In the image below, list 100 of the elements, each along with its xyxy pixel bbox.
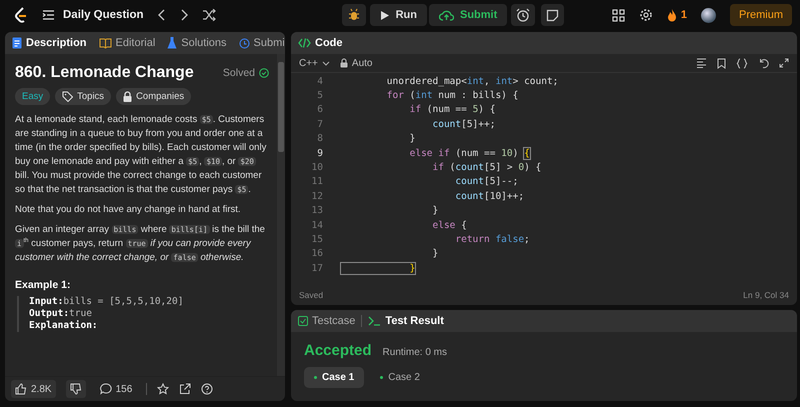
line-number: 15 [310,234,323,245]
document-icon [12,37,22,49]
check-circle-icon [259,68,269,78]
line-number: 8 [316,133,323,144]
like-button[interactable]: 2.8K [11,380,56,398]
line-number: 17 [310,262,323,274]
code-line: if (num == 5) { [408,104,496,116]
lock-icon [340,58,348,68]
tag-chip[interactable]: Topics [55,88,112,105]
example-line: Input:bills = [5,5,5,10,20] [29,296,184,308]
logo-icon[interactable] [14,7,28,23]
checkbox-icon [298,316,308,326]
case-tab[interactable]: Case 1 [304,367,364,388]
flame-icon [666,8,677,22]
solved-status: Solved [222,67,269,79]
settings-icon[interactable] [638,8,653,22]
code-line: return false; [454,234,530,245]
bug-icon [346,8,361,22]
panel-tab[interactable]: Testcase [298,315,356,327]
panel-tab[interactable]: Submi [238,37,285,49]
line-number: 9 [316,148,323,159]
code-line: count[10]++; [454,190,524,202]
tag-icon [62,91,74,102]
code-line: } [432,248,438,260]
case-tab[interactable]: Case 2 [370,367,430,388]
panel-tab[interactable]: Solutions [167,37,227,49]
code-line: else { [432,220,467,231]
list-icon [42,9,55,21]
code-icon [298,38,311,48]
code-line: count[5]++; [432,118,496,130]
code-line: count[5]--; [454,176,518,188]
comments-button[interactable]: 156 [96,380,136,398]
panel-title: Code [298,37,342,49]
autocomplete-mode[interactable]: Auto [340,58,372,68]
note-button[interactable] [541,4,564,26]
note-icon [546,8,560,22]
cursor-position: Ln 9, Col 34 [743,290,789,300]
code-line: else if (num == 10) { [408,148,530,159]
reset-icon[interactable] [758,58,769,68]
lock-icon [123,91,132,102]
help-icon[interactable] [201,383,214,395]
example-line: Output:true [29,308,93,320]
chevron-down-icon [322,60,330,66]
tag-chip[interactable]: Companies [116,88,192,105]
cloud-upload-icon [438,9,454,21]
line-number: 13 [310,205,323,216]
description-paragraph: Note that you do not have any change in hand at first. [15,203,242,217]
line-number: 10 [310,162,323,174]
expand-icon[interactable] [779,58,789,68]
line-number: 7 [316,118,323,130]
line-number: 6 [316,104,323,116]
braces-icon[interactable] [736,58,748,68]
example-line: Explanation: [29,320,99,332]
play-icon [380,10,390,20]
run-button[interactable]: Run [370,4,427,26]
thumbs-down-icon [70,383,82,395]
code-line: unordered_map<int, int> count; [386,76,558,87]
line-number: 16 [310,248,323,260]
debug-button[interactable] [342,4,366,26]
flask-icon [167,37,178,49]
format-icon[interactable] [696,58,707,68]
line-number: 4 [316,76,323,87]
runtime: Runtime: 0 ms [382,347,447,358]
terminal-icon [368,316,382,326]
language-dropdown[interactable]: C++ [299,58,330,68]
dislike-button[interactable] [66,380,86,398]
timer-button[interactable] [511,4,536,26]
code-line: for (int num : bills) { [386,90,518,102]
premium-button[interactable]: Premium [730,4,792,26]
problem-title: 860. Lemonade Change [15,64,194,82]
line-number: 11 [310,176,323,188]
example-heading: Example 1: [15,279,72,291]
difficulty-badge: Easy [15,88,50,105]
save-status: Saved [299,290,324,300]
book-icon [98,38,112,48]
star-icon[interactable] [157,383,170,395]
line-number: 12 [310,190,323,202]
comment-icon [100,383,112,395]
panel-tab[interactable]: Description [12,37,87,49]
verdict: Accepted [304,342,372,359]
alarm-clock-icon [516,8,530,22]
submit-button[interactable]: Submit [428,4,508,26]
code-line: if (count[5] > 0) { [432,162,542,174]
line-number: 14 [310,220,323,231]
code-line: } [341,262,416,274]
line-number: 5 [316,90,323,102]
problem-list-button[interactable]: Daily Question [42,9,144,21]
panel-tab[interactable]: Test Result [368,315,444,327]
code-line: } [432,205,438,216]
clock-icon [238,38,250,48]
next-icon[interactable] [180,9,188,21]
previous-icon[interactable] [158,9,166,21]
avatar[interactable] [700,8,716,22]
scrollbar[interactable] [277,54,285,376]
grid-icon[interactable] [612,8,625,22]
streak-counter[interactable]: 1 [666,8,687,22]
panel-tab[interactable]: Editorial [98,37,156,49]
bookmark-icon[interactable] [717,58,726,68]
share-icon[interactable] [179,383,192,395]
shuffle-icon[interactable] [202,9,216,21]
